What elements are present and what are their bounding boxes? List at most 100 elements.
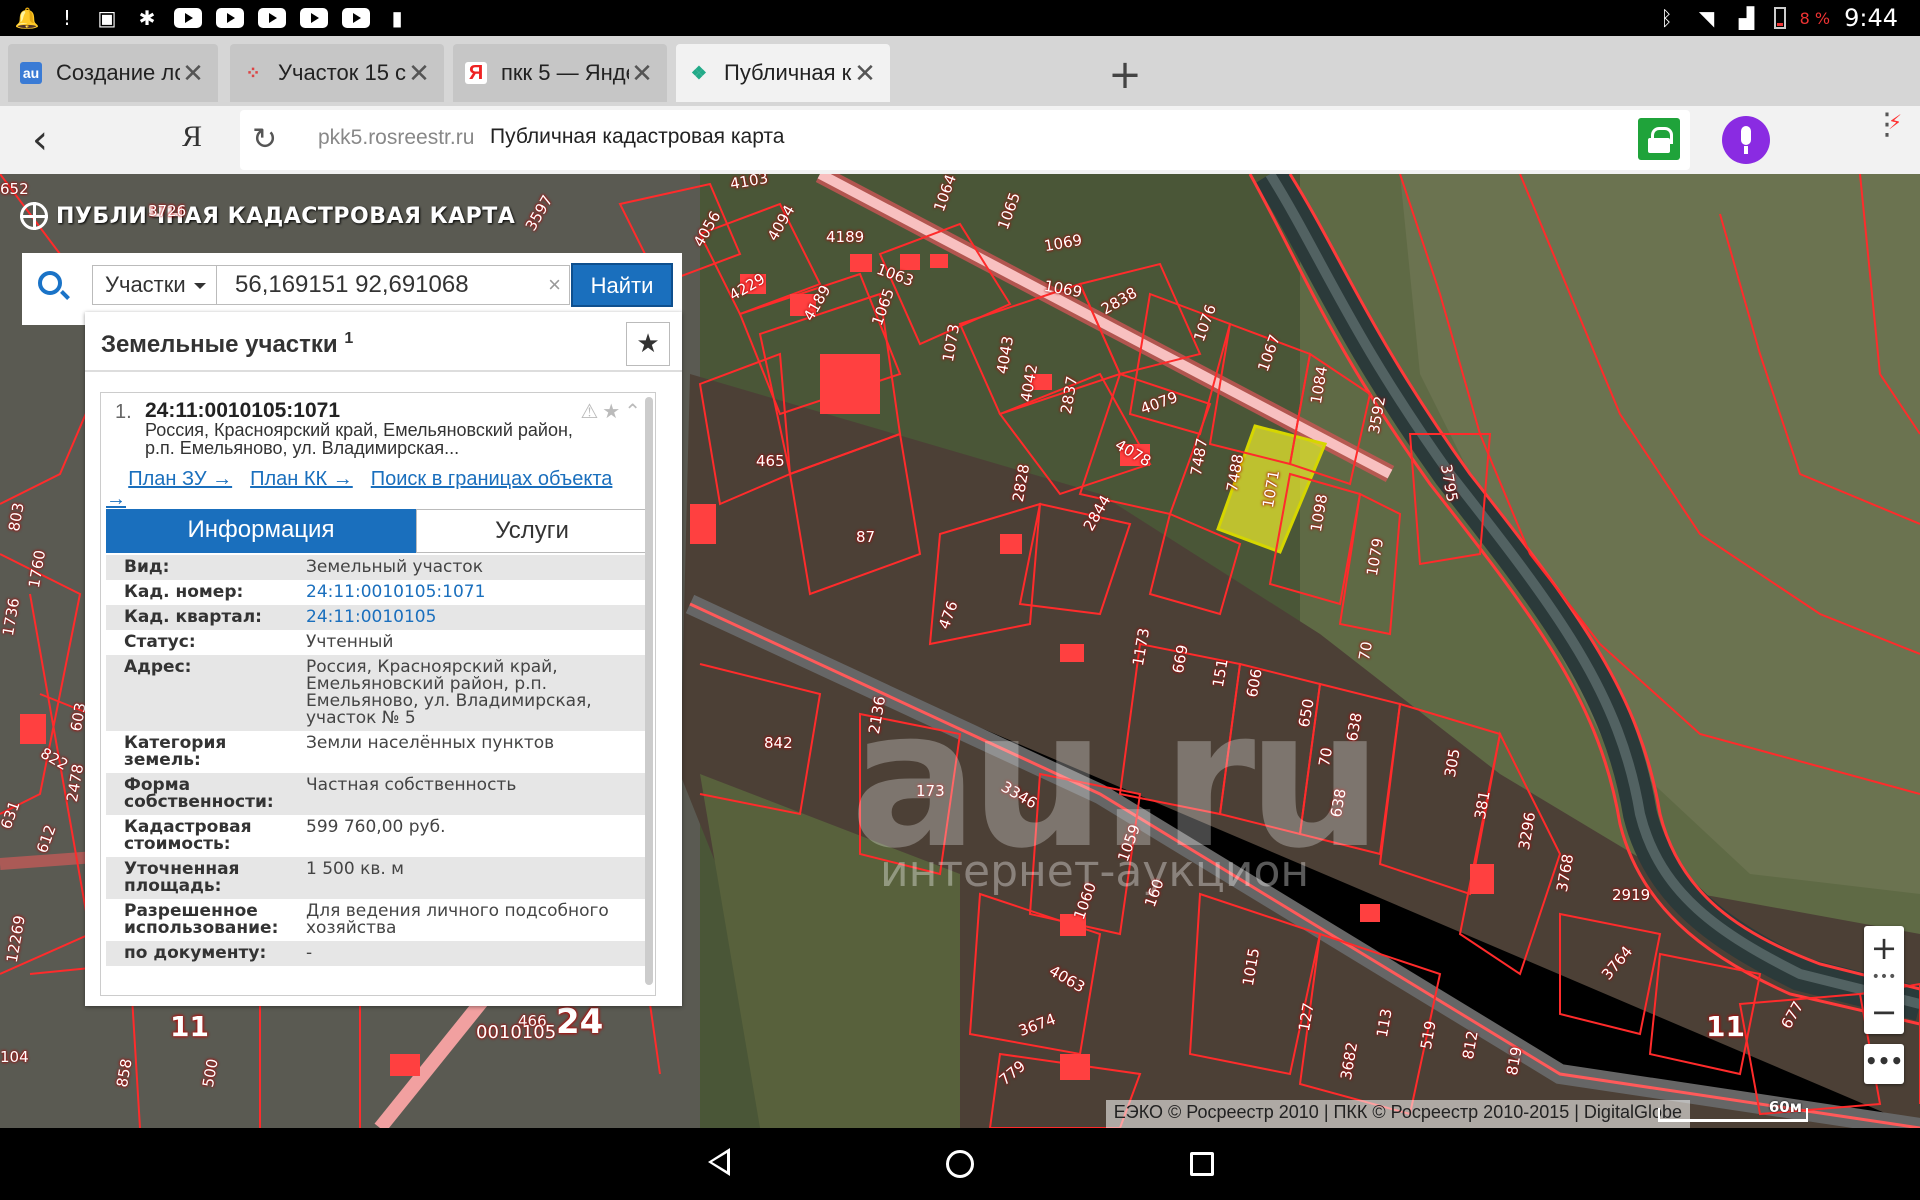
info-value[interactable]: 24:11:0010105: [306, 609, 636, 626]
info-key: Вид:: [124, 557, 170, 577]
search-icon[interactable]: [38, 271, 62, 295]
info-row: Кад. квартал: 24:11:0010105: [106, 605, 648, 630]
youtube-icon: [300, 8, 328, 28]
info-value: -: [306, 943, 313, 963]
map-title: ПУБЛИЧНАЯ КАДАСТРОВАЯ КАРТА: [20, 202, 515, 230]
info-value[interactable]: 24:11:0010105:1071: [306, 584, 636, 601]
card-scrollbar[interactable]: [645, 397, 653, 985]
browser-tab[interactable]: au Создание лота ✕: [8, 44, 218, 102]
result-actions: ⚠★⌃: [580, 399, 645, 423]
browser-menu-button[interactable]: ⋮: [1872, 110, 1902, 162]
caret-down-icon: [194, 283, 206, 289]
notification-icons: 🔔 ! ▣ ✱ ▮: [14, 0, 410, 36]
warning-icon[interactable]: ⚠: [580, 399, 602, 423]
youtube-icon: [216, 8, 244, 28]
browser-tab[interactable]: ⁘ Участок 15 сот. ( ✕: [230, 44, 444, 102]
info-value: Для ведения личного подсобного хозяйства: [306, 901, 609, 938]
battery-icon: [1773, 7, 1786, 29]
info-row: Категория земель: Земли населённых пункто…: [106, 731, 648, 773]
reload-icon[interactable]: ↻: [252, 122, 277, 157]
result-links: План ЗУ → План КК → Поиск в границах объек…: [106, 469, 626, 509]
youtube-icon: [342, 8, 370, 28]
results-panel: Земельные участки 1 ★ 1. 24:11:0010105:1…: [85, 312, 682, 1006]
url-host: pkk5.rosreestr.ru: [318, 126, 475, 149]
bug-icon: ✱: [138, 6, 156, 30]
search-type-select[interactable]: Участки: [92, 265, 217, 305]
favorites-button[interactable]: ★: [626, 322, 670, 366]
browser-tab[interactable]: Я пкк 5 — Яндекс: ✕: [453, 44, 667, 102]
android-status-bar: 🔔 ! ▣ ✱ ▮ ᛒ ◥ ▟ 8 % 9:44: [0, 0, 1920, 36]
wifi-icon: ◥: [1698, 6, 1715, 30]
zoom-in-button[interactable]: +: [1864, 926, 1904, 970]
info-key: Кад. квартал:: [124, 607, 262, 627]
info-value: Частная собственность: [306, 775, 517, 795]
info-row: по документу: -: [106, 941, 648, 966]
results-count: 1: [344, 330, 354, 347]
browser-tab-active[interactable]: ❖ Публичная када ✕: [676, 44, 890, 102]
info-table: Вид: Земельный участок Кад. номер: 24:11:00…: [106, 555, 648, 966]
android-nav-bar: [0, 1128, 1920, 1200]
info-row: Кад. номер: 24:11:0010105:1071: [106, 580, 648, 605]
star-icon[interactable]: ★: [602, 399, 624, 423]
close-tab-icon[interactable]: ✕: [406, 58, 432, 89]
search-query: 56,169151 92,691068: [235, 271, 469, 298]
more-tools-button[interactable]: •••: [1864, 1044, 1904, 1084]
sd-card-icon: ▮: [391, 6, 403, 30]
info-key: Уточненная площадь:: [124, 859, 240, 896]
message-icon: ▣: [97, 6, 117, 30]
info-row: Форма собственности: Частная собственност…: [106, 773, 648, 815]
tab-services[interactable]: Услуги: [416, 509, 648, 553]
plan-kk-link[interactable]: План КК →: [250, 468, 353, 490]
zoom-out-button[interactable]: −: [1864, 990, 1904, 1034]
parcel-label: 104: [0, 1048, 29, 1066]
lock-icon[interactable]: [1638, 118, 1680, 160]
chevron-up-icon[interactable]: ⌃: [624, 399, 645, 423]
flash-icon: ⚡: [1888, 110, 1903, 134]
result-index: 1.: [115, 401, 132, 423]
info-value: Земли населённых пунктов: [306, 733, 555, 753]
find-button[interactable]: Найти: [571, 263, 673, 307]
map-attribution: ЕЭКО © Росреестр 2010 | ПКК © Росреестр …: [1105, 1100, 1690, 1128]
rosreestr-logo-icon: [20, 202, 48, 230]
voice-search-button[interactable]: [1722, 116, 1770, 164]
info-row: Вид: Земельный участок: [106, 555, 648, 580]
yandex-favicon-icon: Я: [465, 62, 487, 84]
info-value: Земельный участок: [306, 557, 483, 577]
back-button[interactable]: ‹: [32, 118, 72, 162]
search-input[interactable]: 56,169151 92,691068 ×: [217, 265, 570, 305]
alarm-icon: 🔔: [14, 6, 40, 30]
rosreestr-favicon-icon: ❖: [690, 62, 708, 83]
nav-back-button[interactable]: [706, 1148, 730, 1176]
system-icons: ᛒ ◥ ▟ 8 % 9:44: [1654, 0, 1898, 36]
nav-recents-button[interactable]: [1190, 1152, 1214, 1176]
nav-home-button[interactable]: [946, 1150, 974, 1178]
url-field[interactable]: ↻ pkk5.rosreestr.ru Публичная кадастрова…: [240, 110, 1690, 170]
yandex-button[interactable]: Я: [182, 120, 202, 154]
info-key: Форма собственности:: [124, 775, 274, 812]
result-address: Россия, Красноярский край, Емельяновский…: [145, 420, 573, 458]
close-tab-icon[interactable]: ✕: [629, 58, 655, 89]
new-tab-button[interactable]: +: [1100, 50, 1150, 100]
signal-icon: ▟: [1738, 6, 1755, 30]
info-key: Статус:: [124, 632, 196, 652]
info-key: Категория земель:: [124, 733, 227, 770]
bluetooth-icon: ᛒ: [1660, 6, 1673, 30]
close-tab-icon[interactable]: ✕: [180, 58, 206, 89]
battery-percent: 8 %: [1799, 8, 1831, 28]
tab-title: Создание лота: [56, 60, 180, 85]
alert-icon: !: [62, 6, 72, 30]
plan-zu-link[interactable]: План ЗУ →: [128, 468, 232, 490]
dots-favicon-icon: ⁘: [245, 62, 261, 83]
parcel-card: 1. 24:11:0010105:1071 ⚠★⌃ Россия, Красно…: [100, 392, 656, 996]
tab-info[interactable]: Информация: [106, 509, 416, 553]
info-row: Адрес: Россия, Красноярский край, Емельян…: [106, 655, 648, 731]
quarter-number-label: 24: [556, 1002, 604, 1042]
parcel-label: 70: [1355, 640, 1377, 662]
cadastral-map[interactable]: ПУБЛИЧНАЯ КАДАСТРОВАЯ КАРТА 4103 1064 10…: [0, 174, 1920, 1128]
close-tab-icon[interactable]: ✕: [852, 58, 878, 89]
scale-label: 60м: [1768, 1098, 1802, 1116]
clock: 9:44: [1844, 4, 1898, 32]
clear-icon[interactable]: ×: [548, 266, 561, 304]
au-favicon-icon: au: [20, 62, 42, 84]
url-page-title: Публичная кадастровая карта: [490, 125, 785, 148]
